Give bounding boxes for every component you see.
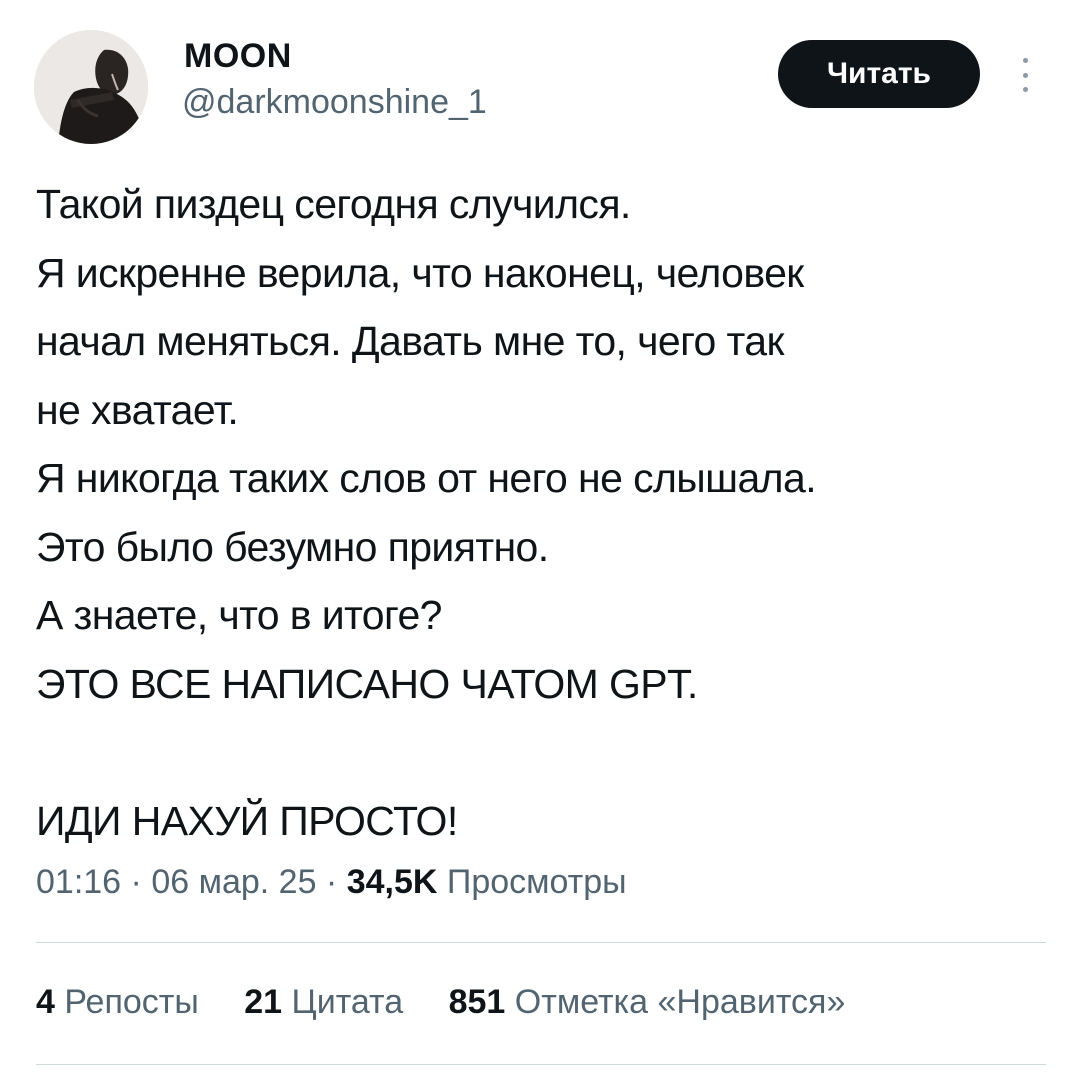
tweet-line: Это было безумно приятно. (36, 523, 549, 570)
tweet-line: начал меняться. Давать мне то, чего так (36, 318, 784, 364)
likes-label: Отметка «Нравится» (514, 983, 846, 1021)
tweet-line (36, 718, 1056, 787)
views-label: Просмотры (446, 863, 627, 901)
quotes-label: Цитата (291, 983, 404, 1021)
likes-stat[interactable]: 851 Отметка «Нравится» (449, 980, 846, 1024)
tweet-line: не хватает. (36, 386, 239, 433)
reposts-stat[interactable]: 4 Репосты (36, 980, 199, 1024)
divider (36, 942, 1046, 943)
tweet-line: ИДИ НАХУЙ ПРОСТО! (36, 797, 458, 844)
meta-separator: · (316, 863, 347, 901)
tweet-line: ЭТО ВСЕ НАПИСАНО ЧАТОМ GPT. (36, 660, 698, 707)
tweet-date[interactable]: 06 мар. 25 (151, 863, 316, 901)
tweet-line: Такой пиздец сегодня случился. (36, 181, 631, 227)
more-vertical-icon[interactable] (1010, 58, 1040, 92)
engagement-stats: 4 Репосты 21 Цитата 851 Отметка «Нравитс… (36, 980, 881, 1024)
tweet-meta: 01:16 · 06 мар. 25 · 34,5K Просмотры (36, 860, 627, 904)
divider (36, 1064, 1046, 1065)
reposts-count: 4 (36, 983, 55, 1021)
tweet-line: Я никогда таких слов от него не слышала. (36, 455, 817, 501)
more-dot (1022, 58, 1028, 63)
more-dot (1022, 87, 1028, 92)
avatar[interactable] (34, 30, 148, 144)
tweet-line: Я искренне верила, что наконец, человек (36, 249, 804, 296)
author-display-name[interactable]: MOON (184, 36, 292, 76)
reposts-label: Репосты (64, 983, 199, 1021)
more-dot (1022, 72, 1028, 78)
meta-separator: · (121, 863, 152, 901)
tweet-text: Такой пиздец сегодня случился. Я искренн… (36, 170, 1056, 855)
tweet-time[interactable]: 01:16 (36, 863, 121, 901)
quotes-stat[interactable]: 21 Цитата (244, 980, 403, 1024)
avatar-image (34, 30, 148, 144)
follow-button[interactable]: Читать (778, 40, 980, 108)
likes-count: 851 (448, 983, 506, 1021)
tweet-line: А знаете, что в итоге? (36, 592, 442, 638)
quotes-count: 21 (244, 983, 283, 1021)
views-count: 34,5K (346, 863, 438, 901)
author-handle[interactable]: @darkmoonshine_1 (182, 82, 487, 122)
